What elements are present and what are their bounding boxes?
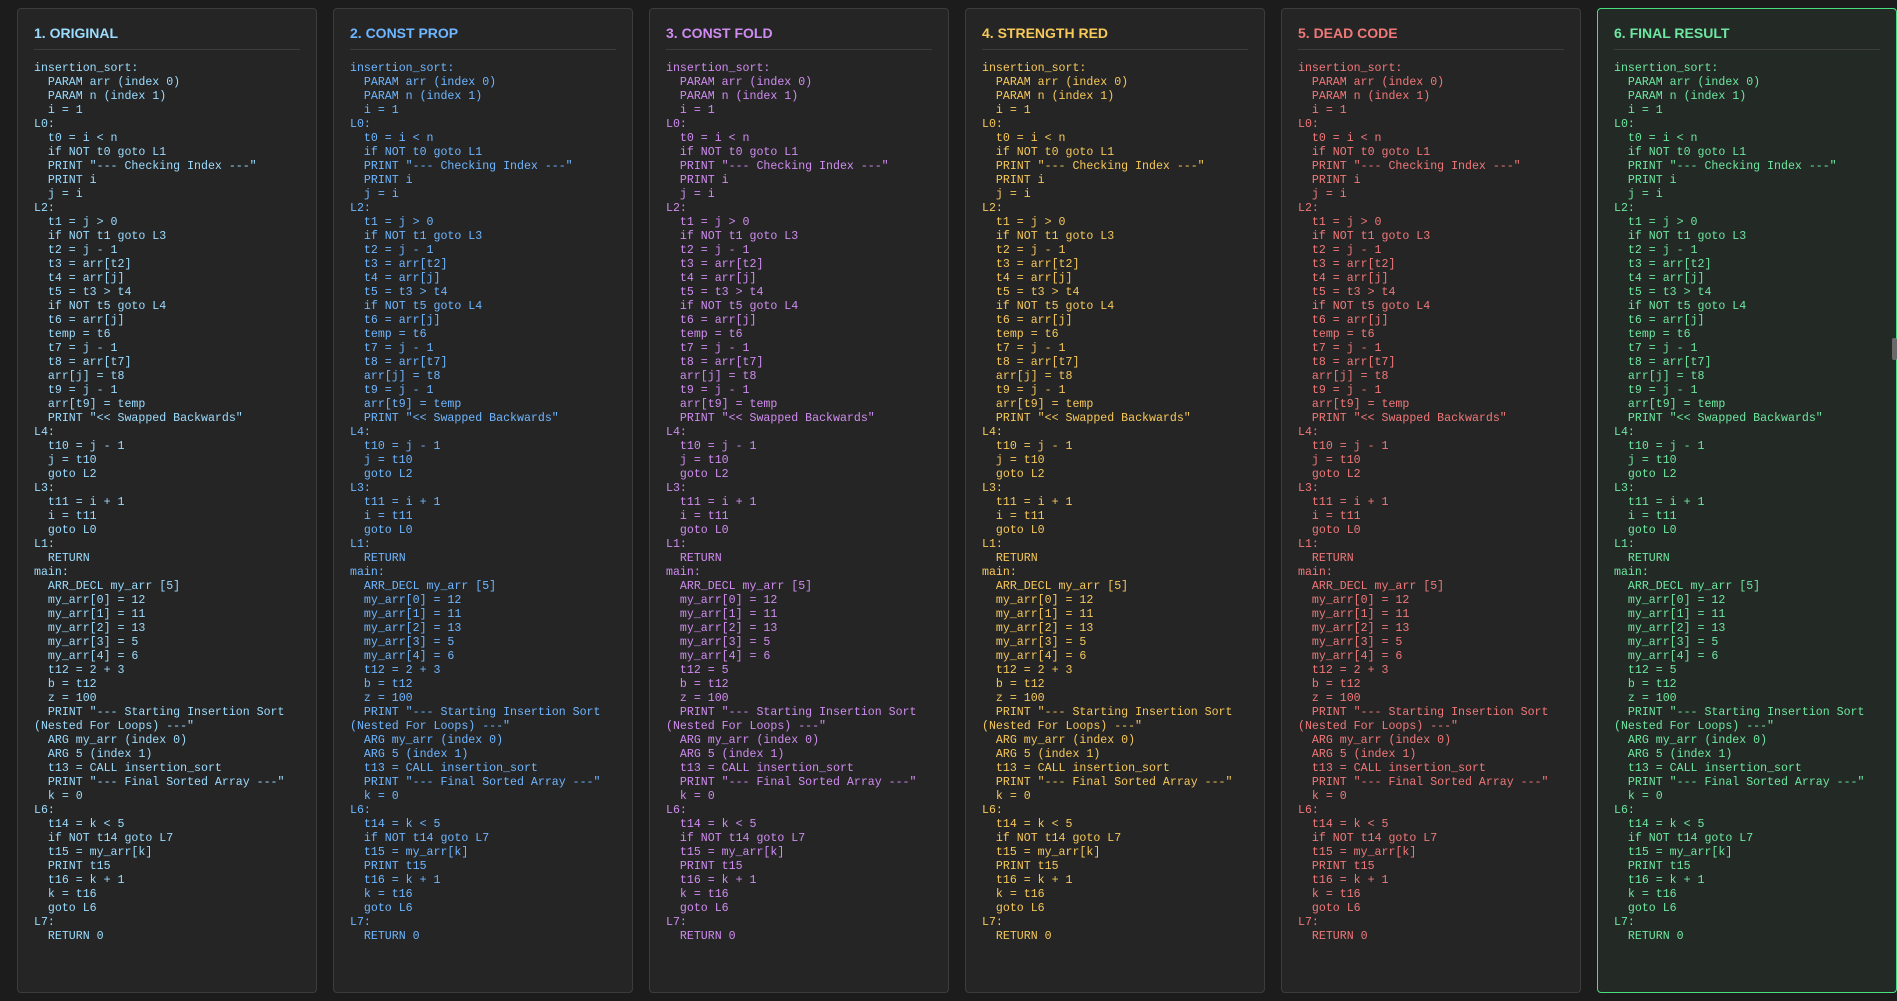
panel-title-const-prop: 2. CONST PROP [350, 25, 616, 50]
code-block-const-fold: insertion_sort: PARAM arr (index 0) PARA… [666, 62, 917, 943]
scrollbar-thumb[interactable] [1892, 338, 1897, 360]
code-block-final-result: insertion_sort: PARAM arr (index 0) PARA… [1614, 62, 1865, 943]
panel-original: 1. ORIGINAL insertion_sort: PARAM arr (i… [17, 8, 317, 993]
code-block-original: insertion_sort: PARAM arr (index 0) PARA… [34, 62, 285, 943]
panel-final-result: 6. FINAL RESULT insertion_sort: PARAM ar… [1597, 8, 1897, 993]
code-block-const-prop: insertion_sort: PARAM arr (index 0) PARA… [350, 62, 601, 943]
panel-title-const-fold: 3. CONST FOLD [666, 25, 932, 50]
panel-title-final-result: 6. FINAL RESULT [1614, 25, 1880, 50]
panel-strength-red: 4. STRENGTH RED insertion_sort: PARAM ar… [965, 8, 1265, 993]
optimization-pipeline-view: 1. ORIGINAL insertion_sort: PARAM arr (i… [0, 0, 1897, 1001]
code-block-dead-code: insertion_sort: PARAM arr (index 0) PARA… [1298, 62, 1549, 943]
code-block-strength-red: insertion_sort: PARAM arr (index 0) PARA… [982, 62, 1233, 943]
panel-const-fold: 3. CONST FOLD insertion_sort: PARAM arr … [649, 8, 949, 993]
panel-title-dead-code: 5. DEAD CODE [1298, 25, 1564, 50]
panel-title-strength-red: 4. STRENGTH RED [982, 25, 1248, 50]
panel-dead-code: 5. DEAD CODE insertion_sort: PARAM arr (… [1281, 8, 1581, 993]
panel-title-original: 1. ORIGINAL [34, 25, 300, 50]
panel-const-prop: 2. CONST PROP insertion_sort: PARAM arr … [333, 8, 633, 993]
